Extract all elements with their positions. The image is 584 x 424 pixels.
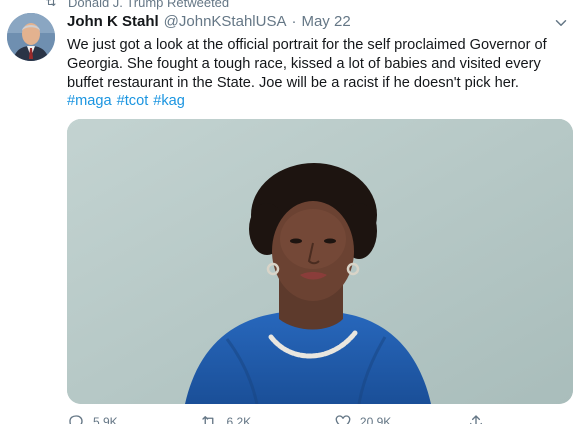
reply-count: 5.9K [93,415,118,424]
chevron-down-icon [555,20,567,26]
hashtag-link[interactable]: #kag [153,92,185,111]
tweet-body: We just got a look at the official portr… [67,37,547,91]
tweet-menu-button[interactable] [552,14,570,32]
tweet[interactable]: Donald J. Trump Retweeted John K Stahl @… [0,0,584,424]
reply-button[interactable]: 5.9K [67,413,200,424]
display-name[interactable]: John K Stahl [67,13,159,30]
tweet-photo[interactable] [67,119,573,404]
retweet-count: 6.2K [226,415,252,424]
retweet-context: Donald J. Trump Retweeted [44,0,229,10]
share-button[interactable] [467,413,497,424]
avatar[interactable] [7,13,55,61]
like-button[interactable]: 20.9K [334,413,467,424]
user-handle[interactable]: @JohnKStahlUSA [164,13,287,30]
tweet-actions: 5.9K 6.2K 20.9K [67,412,497,424]
separator: · [291,13,297,30]
hashtag-link[interactable]: #tcot [117,92,149,111]
tweet-text: We just got a look at the official portr… [67,36,572,93]
like-count: 20.9K [359,415,392,424]
tweet-date[interactable]: May 22 [301,13,350,30]
heart-icon [335,415,351,424]
retweet-icon [46,0,56,7]
reply-icon [69,415,83,424]
share-icon [470,415,483,424]
retweet-button[interactable]: 6.2K [200,413,333,424]
retweet-context-label: Donald J. Trump Retweeted [68,0,230,10]
tweet-header: John K Stahl @JohnKStahlUSA · May 22 [67,13,351,30]
hashtag-list: #maga #tcot #kag [67,92,185,111]
retweet-icon [202,416,214,424]
hashtag-link[interactable]: #maga [67,92,112,111]
